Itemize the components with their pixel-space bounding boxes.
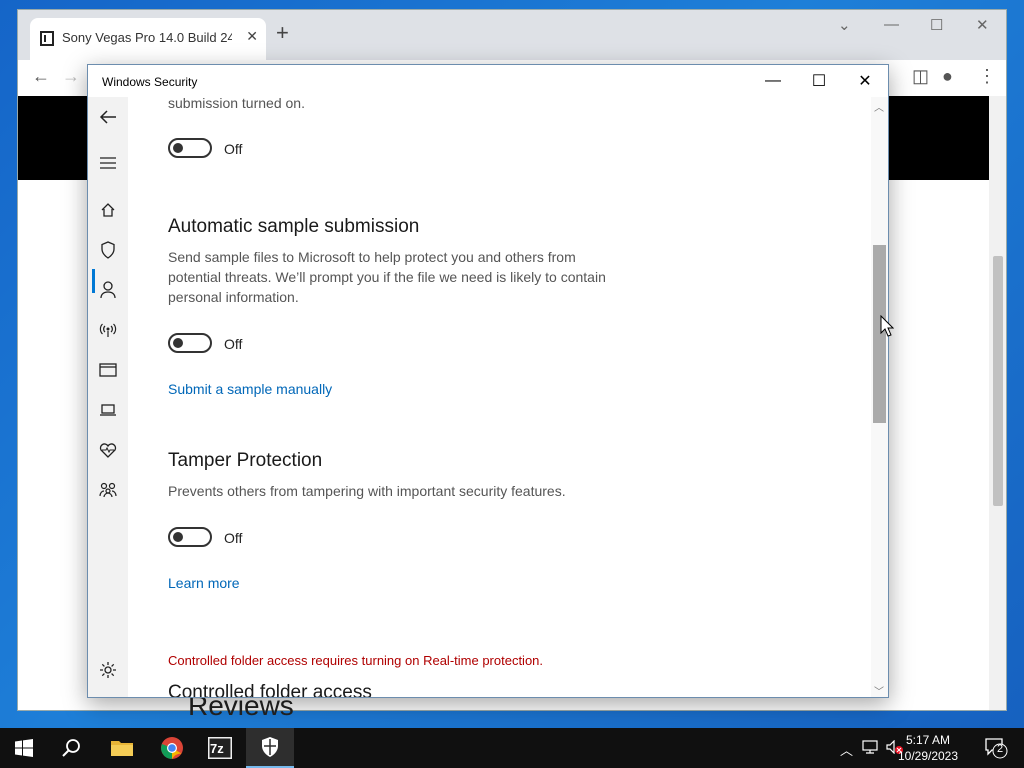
- previous-toggle[interactable]: [168, 138, 212, 158]
- show-hidden-icons-icon[interactable]: ︿: [840, 740, 853, 759]
- learn-more-link[interactable]: Learn more: [168, 575, 240, 591]
- auto-sample-desc-line3: personal information.: [168, 289, 299, 305]
- tamper-protection-desc: Prevents others from tampering with impo…: [168, 483, 566, 499]
- close-button[interactable]: ✕: [842, 65, 888, 97]
- window-title: Windows Security: [102, 75, 198, 89]
- family-icon[interactable]: [88, 472, 128, 508]
- 7zip-taskbar-button[interactable]: 7z: [196, 728, 244, 768]
- person-icon[interactable]: [88, 272, 128, 308]
- mouse-cursor-icon: [880, 315, 894, 337]
- browser-tab[interactable]: Sony Vegas Pro 14.0 Build 244 ✕: [30, 18, 266, 60]
- nav-sidebar: [88, 97, 128, 697]
- previous-section-desc-tail: submission turned on.: [168, 97, 305, 111]
- chrome-menu-icon[interactable]: ⋮: [978, 66, 996, 87]
- shield-icon[interactable]: [88, 232, 128, 268]
- site-favicon-icon: [40, 31, 54, 46]
- browser-scroll-thumb[interactable]: [993, 256, 1003, 506]
- browser-close-button[interactable]: ✕: [976, 16, 989, 34]
- search-icon: [62, 739, 80, 757]
- browser-tabbar: Sony Vegas Pro 14.0 Build 244 ✕ + ⌄ — ☐ …: [18, 10, 1006, 60]
- windows-security-taskbar-button[interactable]: [246, 728, 294, 768]
- svg-text:7z: 7z: [210, 741, 224, 756]
- browser-maximize-button[interactable]: ☐: [930, 16, 943, 34]
- gear-icon[interactable]: [88, 652, 128, 688]
- wireless-icon[interactable]: [88, 312, 128, 348]
- auto-sample-title: Automatic sample submission: [168, 216, 420, 237]
- clock-date: 10/29/2023: [897, 749, 959, 763]
- windows-logo-icon: [15, 739, 33, 757]
- back-arrow-icon[interactable]: ←: [32, 66, 50, 87]
- windows-security-window: Windows Security — ☐ ✕ submission turned…: [87, 64, 889, 698]
- folder-icon: [111, 741, 133, 756]
- clock[interactable]: 5:17 AM 10/29/2023: [888, 732, 968, 764]
- home-icon[interactable]: [88, 192, 128, 228]
- auto-sample-toggle[interactable]: [168, 333, 212, 353]
- tamper-protection-title: Tamper Protection: [168, 450, 323, 471]
- settings-scrollbar[interactable]: ︿ ﹀: [871, 97, 888, 698]
- scroll-up-icon[interactable]: ︿: [874, 99, 884, 114]
- auto-sample-desc-line2: potential threats. We’ll prompt you if t…: [168, 269, 606, 285]
- new-tab-button[interactable]: +: [276, 22, 289, 44]
- tab-close-icon[interactable]: ✕: [246, 28, 258, 45]
- previous-toggle-state: Off: [224, 141, 243, 157]
- laptop-icon[interactable]: [88, 392, 128, 428]
- tamper-protection-toggle-state: Off: [224, 530, 243, 546]
- chrome-taskbar-button[interactable]: [148, 728, 196, 768]
- menu-icon[interactable]: [88, 145, 128, 181]
- realtime-warning: Controlled folder access requires turnin…: [168, 653, 544, 668]
- notification-count: 2: [997, 743, 1004, 755]
- side-panel-icon[interactable]: ◫: [912, 66, 929, 87]
- auto-sample-toggle-state: Off: [224, 336, 243, 352]
- forward-arrow-icon[interactable]: →: [62, 66, 80, 87]
- network-icon[interactable]: [862, 740, 878, 757]
- tab-search-icon[interactable]: ⌄: [838, 16, 851, 34]
- security-shield-icon: [262, 737, 278, 757]
- browser-tab-title: Sony Vegas Pro 14.0 Build 244: [62, 30, 232, 45]
- browser-scrollbar[interactable]: [989, 96, 1006, 710]
- minimize-button[interactable]: —: [750, 65, 796, 97]
- title-bar: Windows Security — ☐ ✕: [88, 65, 888, 97]
- submit-sample-link[interactable]: Submit a sample manually: [168, 381, 332, 397]
- notifications-icon[interactable]: 2: [984, 737, 1008, 762]
- start-button[interactable]: [0, 728, 48, 768]
- browser-minimize-button[interactable]: —: [884, 16, 899, 33]
- clock-time: 5:17 AM: [905, 733, 951, 747]
- chrome-icon: [161, 737, 183, 759]
- settings-content: submission turned on. Off Automatic samp…: [128, 97, 873, 697]
- controlled-folder-title: Controlled folder access: [168, 682, 372, 697]
- 7zip-icon: 7z: [208, 737, 232, 759]
- maximize-button[interactable]: ☐: [796, 65, 842, 97]
- file-explorer-button[interactable]: [98, 728, 146, 768]
- heart-icon[interactable]: [88, 432, 128, 468]
- tamper-protection-toggle[interactable]: [168, 527, 212, 547]
- back-icon[interactable]: [88, 99, 128, 135]
- profile-icon[interactable]: ●: [942, 66, 953, 87]
- auto-sample-desc-line1: Send sample files to Microsoft to help p…: [168, 249, 576, 265]
- app-browser-icon[interactable]: [88, 352, 128, 388]
- search-button[interactable]: [48, 728, 96, 768]
- scroll-down-icon[interactable]: ﹀: [874, 683, 884, 698]
- taskbar: 7z ︿ 5:17 AM 10/29/2023 2: [0, 728, 1024, 768]
